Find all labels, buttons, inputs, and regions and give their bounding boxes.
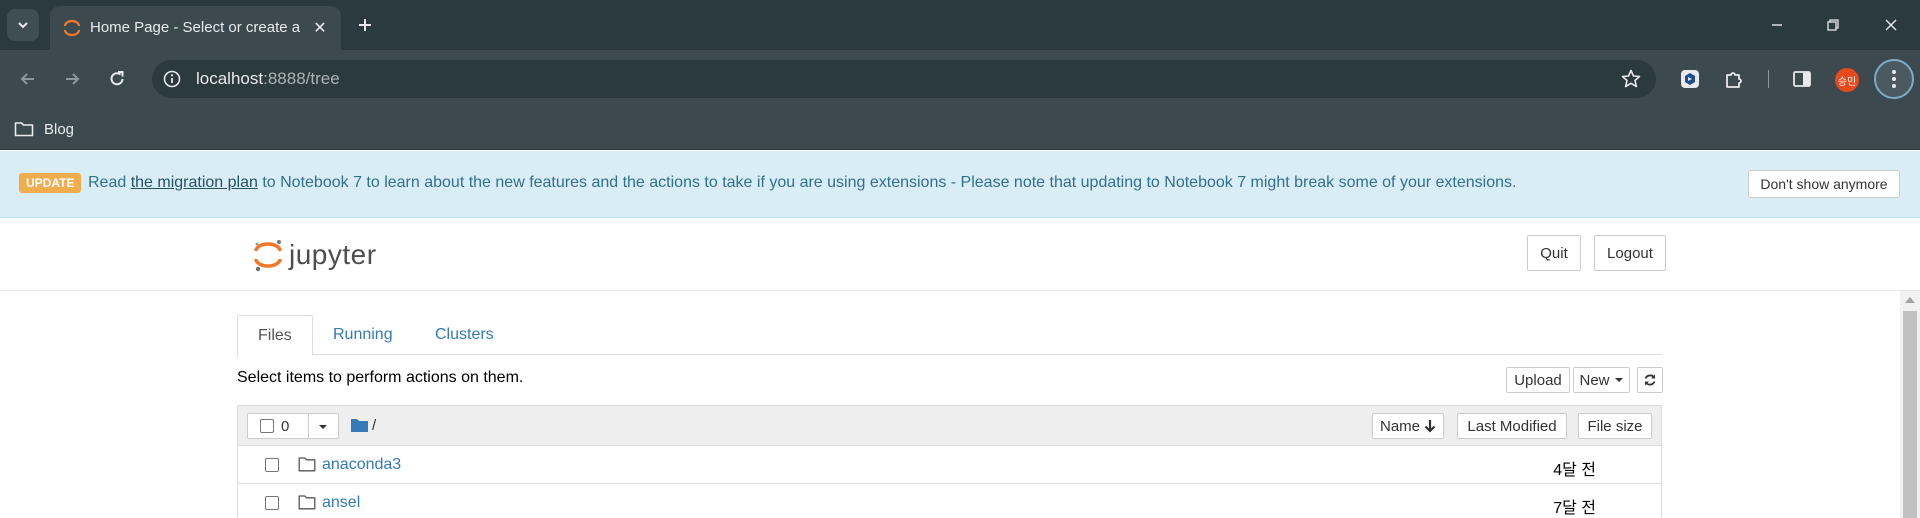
extensions-button[interactable] <box>1719 64 1749 94</box>
side-panel-icon <box>1793 71 1811 87</box>
quit-button[interactable]: Quit <box>1527 235 1581 271</box>
jupyter-logo-icon <box>254 240 282 272</box>
url-text: localhost:8888/tree <box>196 69 340 89</box>
browser-tab-active[interactable]: Home Page - Select or create a notebook … <box>50 6 341 50</box>
address-bar[interactable]: localhost:8888/tree <box>152 60 1656 98</box>
sort-by-size-button[interactable]: File size <box>1578 413 1652 439</box>
tab-running[interactable]: Running <box>313 315 413 355</box>
update-label: UPDATE <box>19 173 82 193</box>
item-name-link[interactable]: anaconda3 <box>322 456 401 474</box>
close-icon <box>1885 19 1897 31</box>
logo-text: jupyter <box>289 239 377 270</box>
profile-avatar[interactable]: 승민 <box>1835 68 1859 92</box>
file-list-header: 0 / Name Last Modified File size <box>238 406 1661 446</box>
star-icon[interactable] <box>1620 68 1642 90</box>
arrow-left-icon <box>20 73 34 85</box>
selection-hint: Select items to perform actions on them. <box>237 369 524 386</box>
tab-files[interactable]: Files <box>237 315 313 356</box>
tab-title: Home Page - Select or create a notebook <box>90 19 300 36</box>
extension-icon <box>1681 70 1699 88</box>
chevron-down-icon <box>18 22 28 29</box>
alert-text-before: Read <box>88 174 131 191</box>
bookmark-label: Blog <box>44 120 75 138</box>
folder-icon <box>298 495 316 510</box>
toolbar-divider <box>1768 70 1769 88</box>
item-modified: 4달 전 <box>1553 462 1596 479</box>
scroll-up-arrow-icon[interactable] <box>1905 297 1915 303</box>
arrow-down-icon <box>1424 420 1436 433</box>
migration-plan-link[interactable]: the migration plan <box>131 174 258 191</box>
browser-menu-button[interactable] <box>1874 59 1914 99</box>
folder-icon <box>298 457 316 472</box>
jupyter-favicon-icon <box>63 19 81 37</box>
alert-message: Read the migration plan to Notebook 7 to… <box>88 174 1516 192</box>
bookmarks-bar: Blog <box>0 108 1920 150</box>
reload-button[interactable] <box>102 64 132 94</box>
folder-icon[interactable] <box>351 418 368 432</box>
list-item[interactable]: ansel 7달 전 <box>238 484 1661 518</box>
row-checkbox[interactable] <box>265 496 279 510</box>
restore-button[interactable] <box>1818 10 1848 40</box>
selected-count: 0 <box>281 418 290 435</box>
breadcrumb-root[interactable]: / <box>372 417 376 434</box>
alert-text-after: to Notebook 7 to learn about the new fea… <box>257 174 1517 191</box>
tab-clusters[interactable]: Clusters <box>415 315 514 355</box>
browser-toolbar: localhost:8888/tree <box>0 50 1920 108</box>
main-tabs: Files Running Clusters <box>237 315 1662 356</box>
refresh-button[interactable] <box>1637 367 1663 393</box>
item-name-link[interactable]: ansel <box>322 494 360 512</box>
info-icon[interactable] <box>162 69 182 89</box>
url-path: :8888/tree <box>263 69 340 88</box>
new-button-label: New <box>1579 371 1610 389</box>
arrow-right-icon <box>66 73 80 85</box>
close-window-button[interactable] <box>1876 10 1906 40</box>
kebab-menu-icon <box>1892 70 1896 88</box>
name-column-label: Name <box>1379 417 1420 435</box>
url-host: localhost <box>196 69 264 88</box>
sort-by-name-button[interactable]: Name <box>1372 413 1444 439</box>
group-divider <box>308 413 309 439</box>
tab-search-button[interactable] <box>7 9 39 41</box>
minimize-button[interactable] <box>1762 10 1792 40</box>
tab-close-button[interactable]: ✕ <box>309 17 331 39</box>
page-scrollbar[interactable] <box>1900 291 1920 518</box>
bookmark-folder-blog[interactable]: Blog <box>14 116 74 142</box>
puzzle-icon <box>1726 72 1742 88</box>
restore-icon <box>1827 19 1839 31</box>
file-list: 0 / Name Last Modified File size anacond… <box>237 405 1662 518</box>
plus-icon <box>359 19 371 31</box>
jupyter-logo[interactable]: jupyter <box>253 238 377 272</box>
side-panel-button[interactable] <box>1787 64 1817 94</box>
dont-show-anymore-button[interactable]: Don't show anymore <box>1748 170 1900 198</box>
refresh-icon <box>1644 374 1656 386</box>
new-dropdown-button[interactable]: New <box>1573 367 1630 393</box>
minimize-icon <box>1772 24 1782 26</box>
folder-icon <box>14 122 34 137</box>
new-tab-button[interactable] <box>352 12 378 38</box>
row-checkbox[interactable] <box>265 458 279 472</box>
select-all-group[interactable]: 0 <box>247 413 339 439</box>
item-modified: 7달 전 <box>1553 500 1596 517</box>
back-button[interactable] <box>13 64 43 94</box>
jupyter-page: UPDATE Read the migration plan to Notebo… <box>0 151 1920 518</box>
upload-button[interactable]: Upload <box>1506 367 1570 393</box>
reload-icon <box>110 71 124 86</box>
jupyter-header: jupyter Quit Logout <box>0 218 1920 291</box>
update-alert: UPDATE Read the migration plan to Notebo… <box>0 151 1920 218</box>
browser-tab-strip: Home Page - Select or create a notebook … <box>0 0 1920 50</box>
logout-button[interactable]: Logout <box>1594 235 1666 271</box>
scroll-thumb[interactable] <box>1903 311 1917 518</box>
forward-button[interactable] <box>57 64 87 94</box>
extension-button[interactable] <box>1675 64 1705 94</box>
select-all-checkbox[interactable] <box>260 419 274 433</box>
list-item[interactable]: anaconda3 4달 전 <box>238 446 1661 484</box>
sort-by-modified-button[interactable]: Last Modified <box>1457 413 1567 439</box>
caret-down-icon[interactable] <box>318 424 328 430</box>
caret-down-icon <box>1614 378 1623 382</box>
